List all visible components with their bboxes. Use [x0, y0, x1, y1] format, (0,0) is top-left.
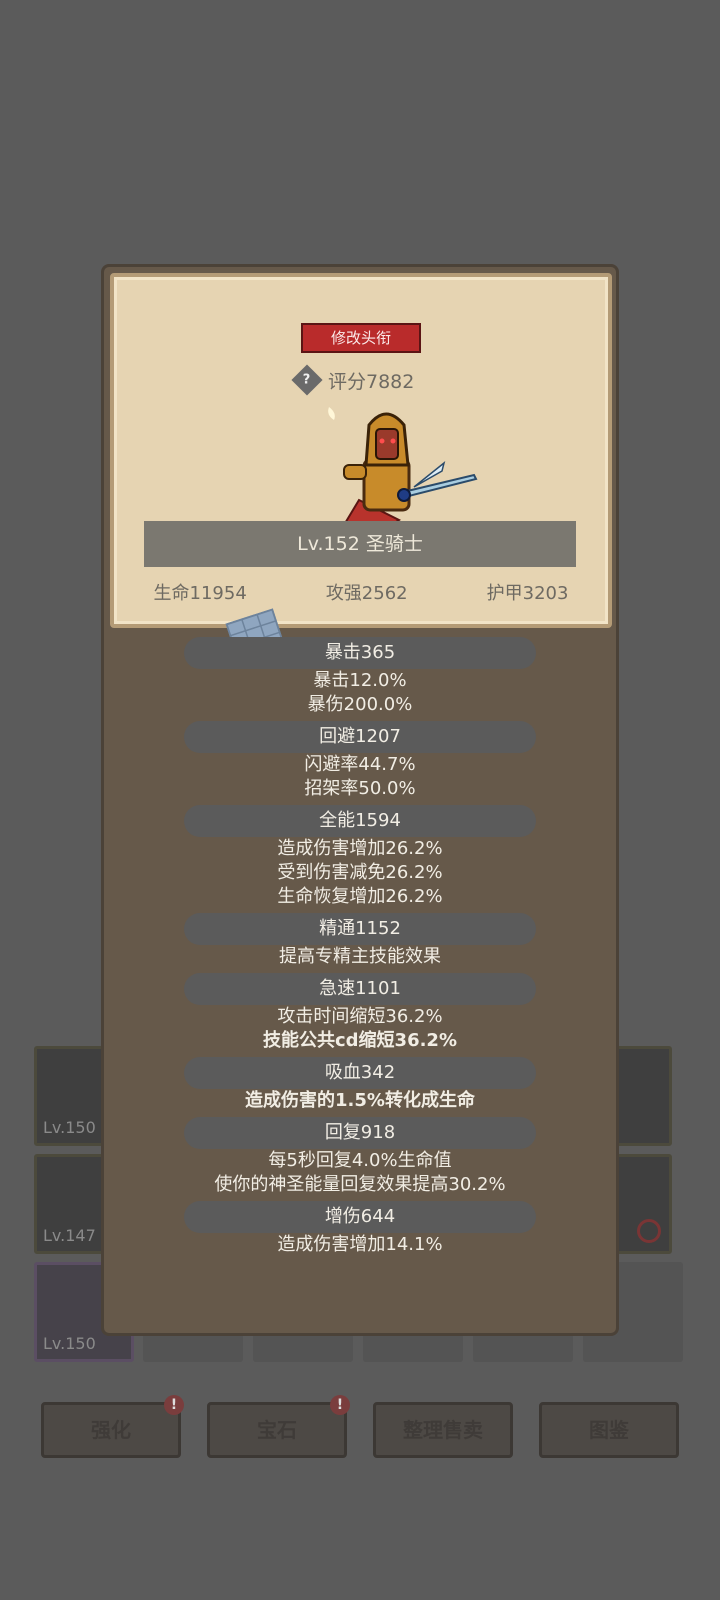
attr-line: 闪避率44.7%: [304, 754, 416, 775]
codex-button[interactable]: 图鉴: [539, 1402, 679, 1458]
attributes-modal: 修改头衔 ? 评分7882 Lv.152 圣骑士 生命11954 攻强2562 …: [101, 264, 619, 1336]
attr-line: 提高专精主技能效果: [279, 946, 441, 967]
attr-line: 受到伤害减免26.2%: [277, 862, 443, 883]
attr-line: 招架率50.0%: [304, 778, 416, 799]
gem-label: 宝石: [257, 1418, 297, 1442]
paladin-character-icon: [328, 407, 478, 531]
attr-line: 暴伤200.0%: [307, 694, 413, 715]
attr-line: 造成伤害增加14.1%: [277, 1234, 443, 1255]
sort-sell-label: 整理售卖: [403, 1418, 483, 1442]
help-mark: ?: [303, 372, 311, 388]
attr-line: 造成伤害的1.5%转化成生命: [245, 1090, 475, 1111]
attr-header-regen: 回复918: [184, 1117, 536, 1149]
attribute-list: 暴击365 暴击12.0% 暴伤200.0% 回避1207 闪避率44.7% 招…: [104, 637, 616, 1257]
change-title-button[interactable]: 修改头衔: [301, 323, 421, 353]
attr-header-lifesteal: 吸血342: [184, 1057, 536, 1089]
attack-stat: 攻强2562: [325, 583, 408, 604]
gem-button[interactable]: 宝石 !: [207, 1395, 350, 1458]
armor-stat: 护甲3203: [486, 583, 569, 604]
codex-label: 图鉴: [589, 1418, 629, 1442]
enhance-button[interactable]: 强化 !: [41, 1395, 184, 1458]
hero-card: 修改头衔 ? 评分7882 Lv.152 圣骑士 生命11954 攻强2562 …: [110, 273, 612, 628]
attr-line: 生命恢复增加26.2%: [277, 886, 443, 907]
attr-header-avoid: 回避1207: [184, 721, 536, 753]
alert-icon: !: [164, 1395, 184, 1415]
attr-line: 暴击12.0%: [313, 670, 407, 691]
attr-header-crit: 暴击365: [184, 637, 536, 669]
attr-line: 每5秒回复4.0%生命值: [268, 1150, 452, 1171]
attr-header-haste: 急速1101: [184, 973, 536, 1005]
attr-line: 造成伤害增加26.2%: [277, 838, 443, 859]
item-level: Lv.150: [43, 1334, 96, 1353]
alert-icon: !: [330, 1395, 350, 1415]
attr-header-versatility: 全能1594: [184, 805, 536, 837]
score-value: 评分7882: [328, 370, 415, 393]
core-stats: 生命11954 攻强2562 护甲3203: [114, 579, 608, 605]
attr-line: 攻击时间缩短36.2%: [277, 1006, 443, 1027]
item-level: Lv.150: [43, 1118, 96, 1137]
item-level: Lv.147: [43, 1226, 96, 1245]
hp-stat: 生命11954: [153, 583, 247, 604]
no-sell-icon: [637, 1219, 661, 1243]
hero-name-bar: Lv.152 圣骑士: [144, 521, 576, 567]
attr-line: 技能公共cd缩短36.2%: [262, 1030, 457, 1051]
attr-line: 使你的神圣能量回复效果提高30.2%: [214, 1174, 506, 1195]
help-icon[interactable]: ?: [291, 364, 323, 396]
attr-header-damage: 增伤644: [184, 1201, 536, 1233]
score-row: ? 评分7882: [291, 364, 415, 396]
enhance-label: 强化: [91, 1418, 131, 1442]
sort-sell-button[interactable]: 整理售卖: [373, 1402, 513, 1458]
attr-header-mastery: 精通1152: [184, 913, 536, 945]
